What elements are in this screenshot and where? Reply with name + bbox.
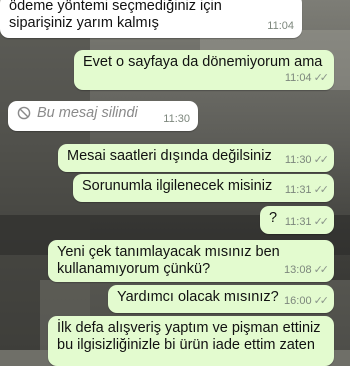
message-bubble-outgoing[interactable]: İlk defa alışveriş yaptım ve pişman etti… (48, 316, 334, 366)
double-check-icon: ✓✓ (313, 72, 330, 84)
message-time: 11:31 (284, 184, 312, 196)
message-meta: 11:31 ✓✓ (284, 214, 330, 231)
message-time: 16:00 (284, 295, 312, 307)
message-meta: 11:30 ✓✓ (284, 152, 330, 169)
ban-icon (17, 106, 31, 125)
message-time: 11:04 (284, 72, 312, 84)
message-time: 11:30 (284, 154, 312, 166)
message-time: 11:30 (163, 113, 190, 125)
double-check-icon: ✓✓ (313, 154, 330, 166)
double-check-icon: ✓✓ (313, 264, 330, 276)
message-text: Evet o sayfaya da dönemiyorum ama (83, 54, 323, 70)
message-meta: 11:04 ✓✓ (284, 70, 330, 87)
message-bubble-incoming[interactable]: ödeme yöntemi seçmediğiniz için siparişi… (0, 0, 302, 38)
double-check-icon: ✓✓ (313, 295, 330, 307)
message-bubble-outgoing[interactable]: Mesai saatleri dışında değilsiniz 11:30 ✓… (58, 144, 334, 172)
message-time: 11:31 (284, 216, 312, 228)
deleted-label: Bu mesaj silindi (37, 105, 138, 121)
message-bubble-outgoing[interactable]: Sorunumla ilgilenecek misiniz 11:31 ✓✓ (73, 174, 334, 202)
double-check-icon: ✓✓ (313, 184, 330, 196)
message-bubble-deleted[interactable]: Bu mesaj silindi 11:30 (8, 101, 198, 131)
message-time: 11:04 (267, 20, 294, 32)
message-meta: 16:00 ✓✓ (284, 293, 330, 310)
message-meta: 13:08 ✓✓ (284, 262, 330, 279)
message-bubble-outgoing[interactable]: ? 11:31 ✓✓ (260, 206, 334, 234)
message-bubble-outgoing[interactable]: Evet o sayfaya da dönemiyorum ama 11:04 ✓… (74, 50, 334, 90)
message-bubble-outgoing[interactable]: Yeni çek tanımlayacak mısınız ben kullan… (48, 240, 334, 282)
double-check-icon: ✓✓ (313, 216, 330, 228)
message-time: 13:08 (284, 264, 312, 276)
message-text: İlk defa alışveriş yaptım ve pişman etti… (57, 320, 321, 353)
message-meta: 11:31 ✓✓ (284, 182, 330, 199)
message-text: ödeme yöntemi seçmediğiniz için siparişi… (9, 0, 222, 31)
message-bubble-outgoing[interactable]: Yardımcı olacak mısınız? 16:00 ✓✓ (108, 285, 334, 313)
